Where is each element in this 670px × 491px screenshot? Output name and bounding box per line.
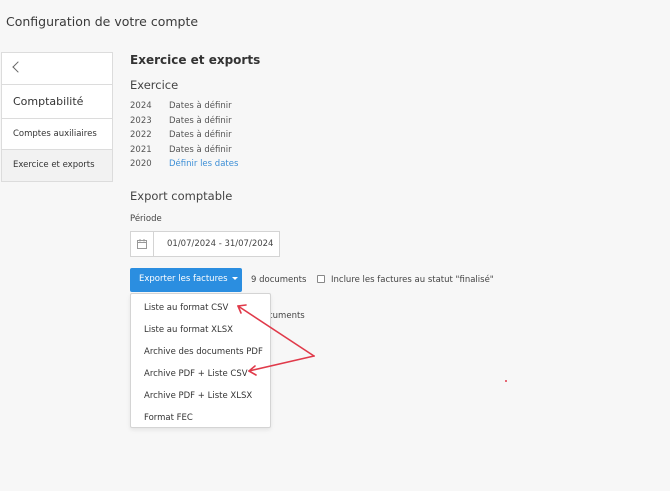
year-row: 2021 Dates à définir xyxy=(130,145,238,160)
year-label: 2023 xyxy=(130,115,152,126)
menu-item-xlsx[interactable]: Liste au format XLSX xyxy=(131,319,270,341)
annotation-dot xyxy=(505,380,507,382)
year-label: 2021 xyxy=(130,144,152,155)
export-format-dropdown: Liste au format CSV Liste au format XLSX… xyxy=(130,293,271,428)
year-label: 2022 xyxy=(130,130,152,140)
year-label: 2020 xyxy=(130,159,152,169)
page-title: Configuration de votre compte xyxy=(6,14,199,29)
menu-item-pdf-archive[interactable]: Archive des documents PDF xyxy=(131,341,270,363)
export-heading: Export comptable xyxy=(130,189,233,203)
menu-item-csv[interactable]: Liste au format CSV xyxy=(131,297,270,319)
year-status: Dates à définir xyxy=(169,115,232,126)
sidebar-item-exercice-exports[interactable]: Exercice et exports xyxy=(2,150,112,181)
export-button-label: Exporter les factures xyxy=(139,274,228,284)
include-finalized-checkbox[interactable] xyxy=(317,275,325,283)
year-label: 2024 xyxy=(130,101,152,111)
menu-item-pdf-xlsx[interactable]: Archive PDF + Liste XLSX xyxy=(131,385,270,407)
period-label: Période xyxy=(130,214,162,224)
exercice-heading: Exercice xyxy=(130,78,179,92)
define-dates-link[interactable]: Définir les dates xyxy=(169,159,238,174)
year-status: Dates à définir xyxy=(169,144,232,155)
year-row: 2022 Dates à définir xyxy=(130,130,238,145)
year-list: 2024 Dates à définir 2023 Dates à défini… xyxy=(130,101,238,174)
year-status: Dates à définir xyxy=(169,101,232,111)
period-date-range-input[interactable]: 01/07/2024 - 31/07/2024 xyxy=(130,231,280,257)
export-invoices-button[interactable]: Exporter les factures xyxy=(130,268,242,292)
sidebar: Comptabilité Comptes auxiliaires Exercic… xyxy=(1,52,113,182)
hidden-document-count: cuments xyxy=(268,311,305,321)
sidebar-item-comptes-auxiliaires[interactable]: Comptes auxiliaires xyxy=(2,119,112,150)
include-finalized-label: Inclure les factures au statut "finalisé… xyxy=(331,275,494,285)
calendar-icon[interactable] xyxy=(131,232,154,256)
sidebar-section-title: Comptabilité xyxy=(2,85,112,119)
section-title: Exercice et exports xyxy=(130,53,261,67)
chevron-left-icon xyxy=(12,61,24,73)
year-row: 2020 Définir les dates xyxy=(130,159,238,174)
caret-down-icon xyxy=(231,277,238,280)
year-row: 2024 Dates à définir xyxy=(130,101,238,116)
year-row: 2023 Dates à définir xyxy=(130,116,238,131)
menu-item-fec[interactable]: Format FEC xyxy=(131,407,270,429)
period-value: 01/07/2024 - 31/07/2024 xyxy=(167,239,274,249)
year-status: Dates à définir xyxy=(169,130,232,140)
back-button[interactable] xyxy=(2,53,112,85)
document-count: 9 documents xyxy=(251,275,307,285)
menu-item-pdf-csv[interactable]: Archive PDF + Liste CSV xyxy=(131,363,270,385)
